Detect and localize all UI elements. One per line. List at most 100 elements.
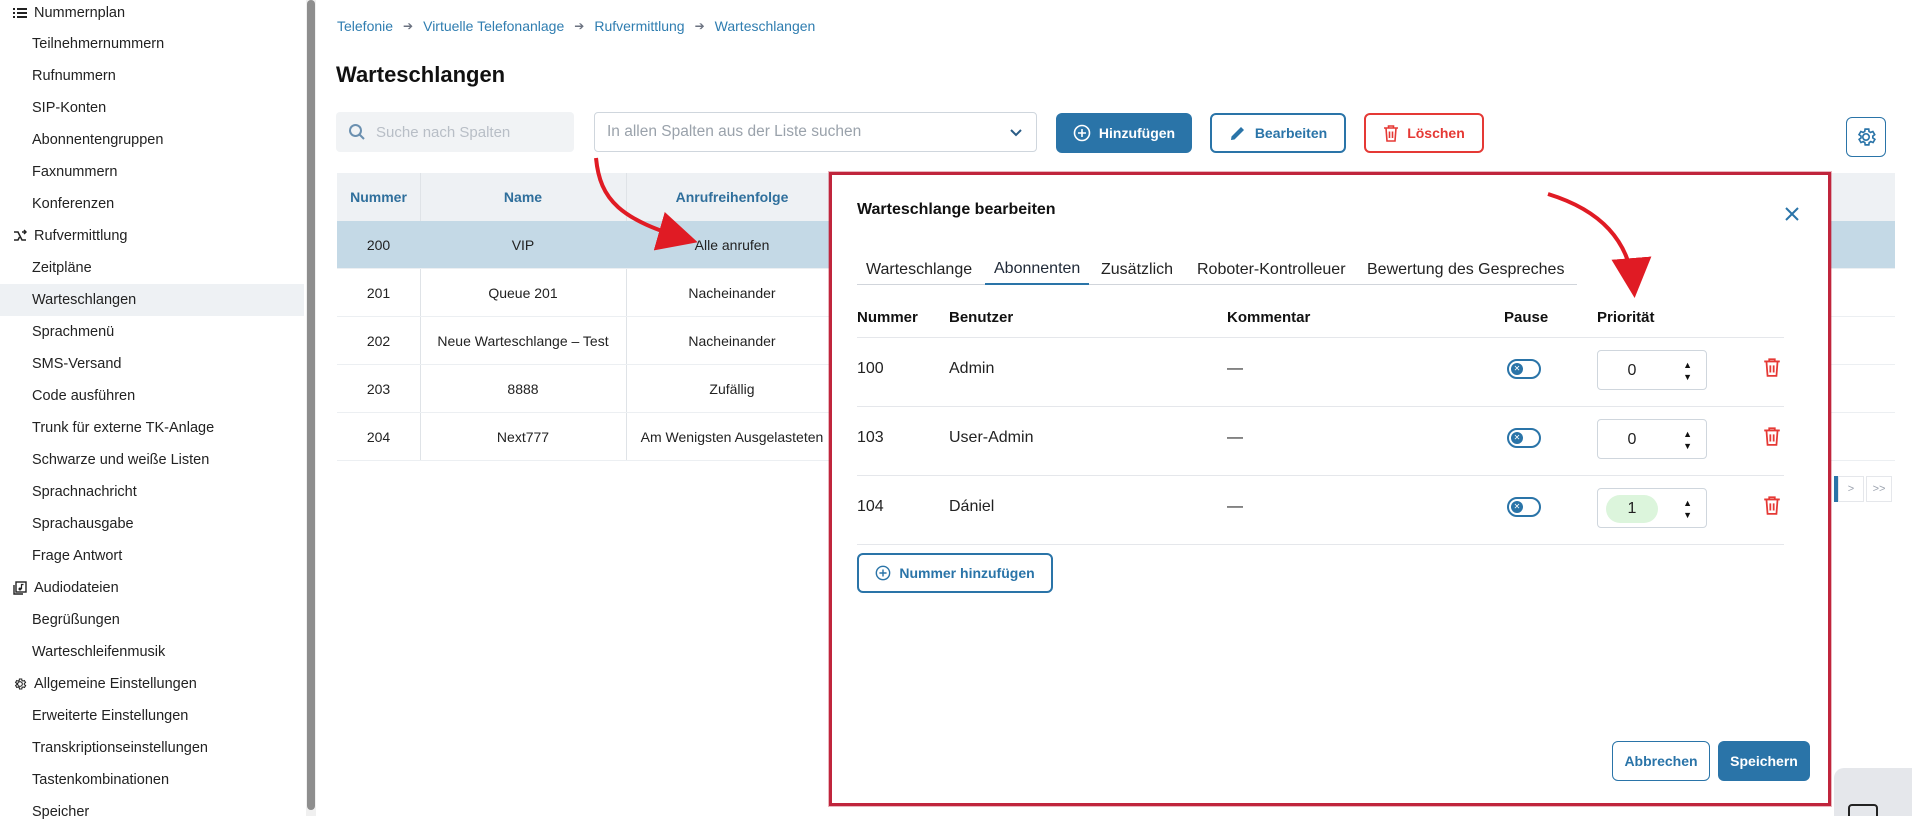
sidebar-item-warteschlangen[interactable]: Warteschlangen bbox=[0, 284, 304, 316]
sidebar-group-nummernplan[interactable]: Nummernplan bbox=[0, 0, 304, 29]
sidebar-item-abonnentengruppen[interactable]: Abonnentengruppen bbox=[0, 124, 304, 156]
column-header-kommentar: Kommentar bbox=[1227, 309, 1311, 326]
subscriber-row: 104 Dániel — ✕ 1 ▲ ▼ bbox=[857, 476, 1784, 545]
tab-bewertung[interactable]: Bewertung des Gespreches bbox=[1358, 255, 1573, 285]
cell-nummer: 103 bbox=[857, 429, 884, 446]
sidebar-item-erweiterte-einstellungen[interactable]: Erweiterte Einstellungen bbox=[0, 700, 304, 732]
plus-circle-icon bbox=[875, 565, 891, 581]
cell-benutzer: User-Admin bbox=[949, 429, 1034, 446]
cell-name: 8888 bbox=[507, 381, 539, 397]
pager-next-button[interactable]: > bbox=[1838, 476, 1864, 502]
sidebar-item-konferenzen[interactable]: Konferenzen bbox=[0, 188, 304, 220]
cell-anrufreihenfolge: Nacheinander bbox=[688, 333, 776, 349]
priority-stepper[interactable]: 0 ▲ ▼ bbox=[1597, 419, 1707, 459]
toggle-off-icon: ✕ bbox=[1511, 432, 1523, 444]
search-icon bbox=[349, 124, 365, 140]
column-header-name[interactable]: Name bbox=[420, 173, 626, 221]
pause-toggle[interactable]: ✕ bbox=[1507, 359, 1541, 379]
breadcrumb-virtuelle-telefonanlage[interactable]: Virtuelle Telefonanlage bbox=[423, 18, 564, 34]
plus-circle-icon bbox=[1073, 124, 1091, 142]
trash-icon[interactable] bbox=[1763, 495, 1781, 515]
breadcrumb-telefonie[interactable]: Telefonie bbox=[337, 18, 393, 34]
chat-widget-button[interactable] bbox=[1834, 768, 1912, 816]
column-header-nummer: Nummer bbox=[857, 309, 918, 326]
priority-stepper[interactable]: 0 ▲ ▼ bbox=[1597, 350, 1707, 390]
sidebar-group-allgemeine-einstellungen[interactable]: Allgemeine Einstellungen bbox=[0, 668, 304, 700]
trash-icon[interactable] bbox=[1763, 357, 1781, 377]
search-placeholder: Suche nach Spalten bbox=[376, 123, 511, 141]
breadcrumb-rufvermittlung[interactable]: Rufvermittlung bbox=[594, 18, 684, 34]
dialog-title: Warteschlange bearbeiten bbox=[857, 201, 1056, 218]
priority-value[interactable]: 0 bbox=[1606, 426, 1658, 454]
close-icon[interactable] bbox=[1785, 207, 1799, 221]
search-input[interactable]: Suche nach Spalten bbox=[336, 112, 574, 152]
cell-kommentar: — bbox=[1227, 429, 1243, 446]
sidebar-item-speicher[interactable]: Speicher bbox=[0, 796, 304, 828]
tab-zusaetzlich[interactable]: Zusätzlich bbox=[1092, 255, 1182, 285]
sidebar-item-warteschleifenmusik[interactable]: Warteschleifenmusik bbox=[0, 636, 304, 668]
cancel-button[interactable]: Abbrechen bbox=[1612, 741, 1710, 781]
sidebar-item-tastenkombinationen[interactable]: Tastenkombinationen bbox=[0, 764, 304, 796]
priority-stepper[interactable]: 1 ▲ ▼ bbox=[1597, 488, 1707, 528]
page-title: Warteschlangen bbox=[336, 62, 506, 87]
add-number-button[interactable]: Nummer hinzufügen bbox=[857, 553, 1053, 593]
sidebar-item-teilnehmernummern[interactable]: Teilnehmernummern bbox=[0, 28, 304, 60]
sidebar-item-sprachnachricht[interactable]: Sprachnachricht bbox=[0, 476, 304, 508]
gear-icon bbox=[1857, 128, 1876, 146]
sidebar-item-transkriptionseinstellungen[interactable]: Transkriptionseinstellungen bbox=[0, 732, 304, 764]
column-filter-select[interactable]: In allen Spalten aus der Liste suchen bbox=[594, 112, 1037, 152]
breadcrumb-warteschlangen[interactable]: Warteschlangen bbox=[715, 18, 816, 34]
priority-value[interactable]: 1 bbox=[1606, 495, 1658, 523]
sidebar-item-sms-versand[interactable]: SMS-Versand bbox=[0, 348, 304, 380]
save-button[interactable]: Speichern bbox=[1718, 741, 1810, 781]
toggle-off-icon: ✕ bbox=[1511, 363, 1523, 375]
column-header-benutzer: Benutzer bbox=[949, 309, 1014, 326]
add-button[interactable]: Hinzufügen bbox=[1056, 113, 1192, 153]
edit-button[interactable]: Bearbeiten bbox=[1210, 113, 1346, 153]
trash-icon[interactable] bbox=[1763, 426, 1781, 446]
sidebar-item-frage-antwort[interactable]: Frage Antwort bbox=[0, 540, 304, 572]
sidebar-item-zeitplaene[interactable]: Zeitpläne bbox=[0, 252, 304, 284]
column-header-nummer[interactable]: Nummer bbox=[337, 173, 420, 221]
sidebar-item-code-ausfuehren[interactable]: Code ausführen bbox=[0, 380, 304, 412]
pause-toggle[interactable]: ✕ bbox=[1507, 428, 1541, 448]
stepper-arrows-icon[interactable]: ▲ ▼ bbox=[1683, 497, 1692, 521]
chevron-down-icon bbox=[1010, 129, 1022, 137]
sidebar-group-audiodateien[interactable]: Audiodateien bbox=[0, 572, 304, 604]
trash-icon bbox=[1384, 125, 1399, 142]
route-icon bbox=[12, 228, 28, 244]
priority-value[interactable]: 0 bbox=[1606, 357, 1658, 385]
pager-last-button[interactable]: >> bbox=[1866, 476, 1892, 502]
column-header-anrufreihenfolge[interactable]: Anrufreihenfolge bbox=[626, 173, 838, 221]
table-settings-button[interactable] bbox=[1846, 117, 1886, 157]
tab-warteschlange[interactable]: Warteschlange bbox=[857, 255, 981, 285]
cell-nummer: 100 bbox=[857, 360, 884, 377]
sidebar-item-listen[interactable]: Schwarze und weiße Listen bbox=[0, 444, 304, 476]
cell-nummer: 203 bbox=[366, 381, 391, 397]
sidebar-item-sprachausgabe[interactable]: Sprachausgabe bbox=[0, 508, 304, 540]
sidebar-scrollbar-thumb[interactable] bbox=[307, 0, 315, 810]
cell-anrufreihenfolge: Zufällig bbox=[709, 381, 755, 397]
stepper-arrows-icon[interactable]: ▲ ▼ bbox=[1683, 359, 1692, 383]
sidebar-item-sprachmenue[interactable]: Sprachmenü bbox=[0, 316, 304, 348]
tab-abonnenten[interactable]: Abonnenten bbox=[985, 255, 1090, 285]
pause-toggle[interactable]: ✕ bbox=[1507, 497, 1541, 517]
dialog-tabs: Warteschlange Abonnenten Zusätzlich Robo… bbox=[857, 255, 1577, 285]
sidebar-item-trunk[interactable]: Trunk für externe TK-Anlage bbox=[0, 412, 304, 444]
sidebar-item-begruessungen[interactable]: Begrüßungen bbox=[0, 604, 304, 636]
cell-nummer: 200 bbox=[366, 237, 391, 253]
tab-roboter-kontrolleuer[interactable]: Roboter-Kontrolleuer bbox=[1188, 255, 1355, 285]
delete-button-label: Löschen bbox=[1407, 125, 1465, 141]
sidebar-item-rufnummern[interactable]: Rufnummern bbox=[0, 60, 304, 92]
add-button-label: Hinzufügen bbox=[1098, 125, 1176, 141]
stepper-arrows-icon[interactable]: ▲ ▼ bbox=[1683, 428, 1692, 452]
cell-kommentar: — bbox=[1227, 498, 1243, 515]
pencil-icon bbox=[1230, 127, 1244, 140]
cell-name: Next777 bbox=[496, 429, 550, 445]
cell-benutzer: Admin bbox=[949, 360, 995, 377]
sidebar-item-sip-konten[interactable]: SIP-Konten bbox=[0, 92, 304, 124]
sidebar-group-rufvermittlung[interactable]: Rufvermittlung bbox=[0, 220, 304, 252]
sidebar-item-faxnummern[interactable]: Faxnummern bbox=[0, 156, 304, 188]
delete-button[interactable]: Löschen bbox=[1364, 113, 1484, 153]
cell-anrufreihenfolge: Alle anrufen bbox=[694, 237, 770, 253]
